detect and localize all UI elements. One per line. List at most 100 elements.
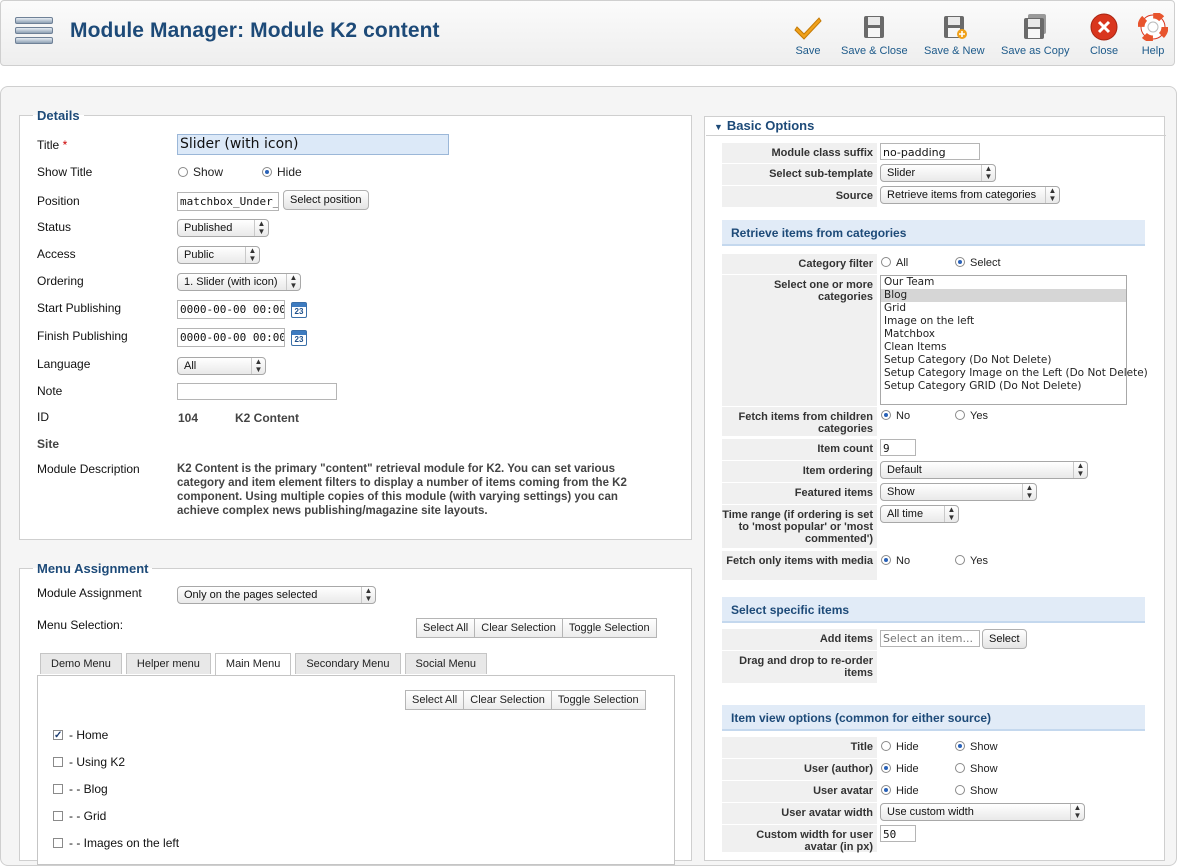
sub-template-label: Select sub-template <box>722 164 877 186</box>
avatar-width-select[interactable]: Use custom width ▲ ▼ <box>880 803 1085 821</box>
avatar-width-row: User avatar width Use custom width ▲ ▼ <box>722 803 1145 825</box>
menu-assignment-legend: Menu Assignment <box>37 561 149 576</box>
save-new-button[interactable]: Save & New <box>924 13 985 57</box>
note-input[interactable] <box>177 383 337 400</box>
page-title: Module Manager: Module K2 content <box>70 19 440 42</box>
children-yes-radio[interactable]: Yes <box>955 410 988 422</box>
author-row: User (author) Hide Show <box>722 759 1145 781</box>
list-item[interactable]: Clean Items <box>881 341 1126 354</box>
list-item[interactable]: Grid <box>881 302 1126 315</box>
help-button[interactable]: Help <box>1137 11 1169 57</box>
chevron-updown-icon: ▲ ▼ <box>1022 484 1036 500</box>
tab-social-menu[interactable]: Social Menu <box>404 653 488 674</box>
source-select[interactable]: Retrieve items from categories ▲ ▼ <box>880 186 1060 204</box>
list-item[interactable]: Blog <box>881 289 1126 302</box>
finish-publishing-input[interactable]: 0000-00-00 00:00:0 <box>177 328 285 347</box>
select-position-button[interactable]: Select position <box>283 190 369 210</box>
checkbox[interactable] <box>53 837 63 848</box>
save-button[interactable]: Save <box>793 13 823 57</box>
select-all-button[interactable]: Select All <box>405 690 465 710</box>
sub-template-select[interactable]: Slider ▲ ▼ <box>880 164 996 182</box>
list-item[interactable]: Image on the left <box>881 315 1126 328</box>
toggle-selection-button[interactable]: Toggle Selection <box>550 690 646 710</box>
save-close-button[interactable]: Save & Close <box>841 13 908 57</box>
custom-width-input[interactable]: 50 <box>880 825 916 842</box>
categories-listbox[interactable]: Our Team Blog Grid Image on the left Mat… <box>880 275 1148 405</box>
featured-select[interactable]: Show ▲ ▼ <box>880 483 1037 501</box>
category-filter-all-radio[interactable]: All <box>881 257 908 269</box>
module-type: K2 Content <box>235 411 299 425</box>
checkbox[interactable] <box>53 783 63 794</box>
author-label: User (author) <box>722 759 877 781</box>
select-all-button[interactable]: Select All <box>416 618 476 638</box>
save-check-icon <box>793 13 823 41</box>
tab-main-menu[interactable]: Main Menu <box>214 653 292 676</box>
clear-selection-button[interactable]: Clear Selection <box>463 690 552 710</box>
list-item[interactable]: Matchbox <box>881 328 1126 341</box>
menu-item[interactable]: - - Grid <box>53 809 106 823</box>
language-label: Language <box>37 357 91 371</box>
tab-demo-menu[interactable]: Demo Menu <box>40 653 122 674</box>
language-select[interactable]: All ▲ ▼ <box>177 357 266 375</box>
position-input[interactable]: matchbox_Under_Co <box>177 192 279 211</box>
list-item[interactable]: Our Team <box>881 276 1126 289</box>
radio-circle <box>178 166 188 177</box>
time-range-select[interactable]: All time ▲ ▼ <box>880 505 959 523</box>
chevron-updown-icon: ▲ ▼ <box>1073 462 1087 478</box>
select-item-button[interactable]: Select <box>982 629 1027 649</box>
menu-item[interactable]: ✓ - Home <box>53 728 108 742</box>
title-show-radio[interactable]: Show <box>955 741 998 753</box>
start-publishing-input[interactable]: 0000-00-00 00:00:0 <box>177 300 285 319</box>
children-no-radio[interactable]: No <box>881 410 910 422</box>
checkbox[interactable] <box>53 810 63 821</box>
list-item[interactable]: Setup Category GRID (Do Not Delete) <box>881 380 1126 393</box>
item-ordering-select[interactable]: Default ▲ ▼ <box>880 461 1088 479</box>
site-label: Site <box>37 437 60 451</box>
clear-selection-button[interactable]: Clear Selection <box>474 618 563 638</box>
category-filter-select-radio[interactable]: Select <box>955 257 1001 269</box>
chevron-updown-icon: ▲ ▼ <box>251 358 265 374</box>
module-assignment-select[interactable]: Only on the pages selected ▲ ▼ <box>177 586 376 604</box>
author-hide-radio[interactable]: Hide <box>881 763 919 775</box>
access-select[interactable]: Public ▲ ▼ <box>177 246 260 264</box>
media-yes-radio[interactable]: Yes <box>955 555 988 567</box>
calendar-icon[interactable]: 23 <box>291 302 307 318</box>
status-select[interactable]: Published ▲ ▼ <box>177 219 269 237</box>
ordering-select[interactable]: 1. Slider (with icon) ▲ ▼ <box>177 273 301 291</box>
menu-item[interactable]: - - Blog <box>53 782 108 796</box>
title-hide-radio[interactable]: Hide <box>881 741 919 753</box>
media-no-radio[interactable]: No <box>881 555 910 567</box>
checkbox[interactable] <box>53 756 63 767</box>
author-show-radio[interactable]: Show <box>955 763 998 775</box>
categories-label: Select one or more categories <box>722 275 877 407</box>
children-label: Fetch items from children categories <box>722 407 877 437</box>
checkbox-checked[interactable]: ✓ <box>53 729 63 740</box>
basic-options-toggle[interactable]: ▼ Basic Options <box>706 118 1166 136</box>
featured-row: Featured items Show ▲ ▼ <box>722 483 1145 505</box>
show-title-hide-radio[interactable]: Hide <box>262 165 302 179</box>
position-label: Position <box>37 194 80 208</box>
item-count-input[interactable]: 9 <box>880 439 916 456</box>
calendar-icon[interactable]: 23 <box>291 330 307 346</box>
start-publishing-label: Start Publishing <box>37 301 122 315</box>
menu-item[interactable]: - - Images on the left <box>53 836 179 850</box>
title-input[interactable]: Slider (with icon) <box>177 134 449 155</box>
chevron-updown-icon: ▲ ▼ <box>981 165 995 181</box>
menu-item[interactable]: - Using K2 <box>53 755 125 769</box>
list-item[interactable]: Setup Category Image on the Left (Do Not… <box>881 367 1148 380</box>
tab-helper-menu[interactable]: Helper menu <box>125 653 211 674</box>
featured-label: Featured items <box>722 483 877 505</box>
avatar-hide-radio[interactable]: Hide <box>881 785 919 797</box>
avatar-label: User avatar <box>722 781 877 803</box>
avatar-show-radio[interactable]: Show <box>955 785 998 797</box>
module-description-label: Module Description <box>37 462 140 476</box>
tab-secondary-menu[interactable]: Secondary Menu <box>295 653 401 674</box>
list-item[interactable]: Setup Category (Do Not Delete) <box>881 354 1126 367</box>
class-suffix-input[interactable]: no-padding <box>880 143 980 160</box>
save-copy-button[interactable]: Save as Copy <box>1001 13 1069 57</box>
title-option-label: Title <box>722 737 877 759</box>
close-button[interactable]: Close <box>1089 13 1119 57</box>
show-title-show-radio[interactable]: Show <box>178 165 223 179</box>
toggle-selection-button[interactable]: Toggle Selection <box>561 618 657 638</box>
add-items-input[interactable] <box>880 630 980 647</box>
